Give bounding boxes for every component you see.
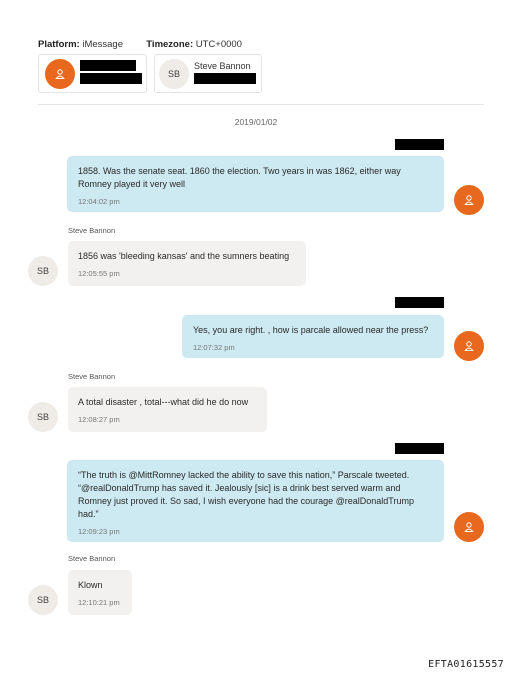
person-icon [464,341,474,351]
sender-name: Steve Bannon [68,554,116,563]
message-bubble-outgoing[interactable]: “The truth is @MittRomney lacked the abi… [67,460,444,542]
conversation-meta: Platform: iMessage Timezone: UTC+0000 [38,39,242,50]
redacted-handle-box [80,73,142,84]
platform-value: iMessage [82,39,124,50]
message-text: A total disaster , total---what did he d… [78,397,249,407]
message-bubble-outgoing[interactable]: 1858. Was the senate seat. 1860 the elec… [67,156,444,212]
message-text: “The truth is @MittRomney lacked the abi… [78,470,414,519]
sender-avatar: SB [28,256,58,286]
divider [38,104,484,105]
sender-avatar [454,512,484,542]
timezone-label: Timezone: [146,39,194,50]
participant-card-redacted[interactable] [38,54,147,93]
message-timestamp: 12:07:32 pm [193,343,235,352]
participant-avatar: SB [159,59,189,89]
sender-avatar [454,185,484,215]
message-timestamp: 12:04:02 pm [78,197,120,206]
sender-name: Steve Bannon [68,226,116,235]
participant-name: Steve Bannon [194,61,251,71]
message-bubble-incoming[interactable]: A total disaster , total---what did he d… [68,387,267,432]
redacted-sender [395,443,444,454]
avatar-initials: SB [36,266,49,276]
person-icon [464,195,474,205]
message-text: 1856 was 'bleeding kansas' and the sumne… [78,251,290,261]
message-text: Yes, you are right. , how is parcale all… [193,325,429,335]
platform-label: Platform: [38,39,80,50]
redacted-name-box [80,60,136,71]
sender-name: Steve Bannon [68,372,116,381]
redacted-sender [395,139,444,150]
message-bubble-incoming[interactable]: Klown 12:10:21 pm [68,570,132,615]
person-icon [55,69,65,79]
redacted-sender [395,297,444,308]
sender-avatar: SB [28,585,58,615]
avatar-initials: SB [36,412,49,422]
message-timestamp: 12:10:21 pm [78,598,120,607]
participant-avatar [45,59,75,89]
date-divider: 2019/01/02 [234,117,278,127]
participant-card-steve-bannon[interactable]: SB Steve Bannon [154,54,262,93]
message-bubble-incoming[interactable]: 1856 was 'bleeding kansas' and the sumne… [68,241,306,286]
avatar-initials: SB [167,69,180,79]
message-timestamp: 12:09:23 pm [78,527,120,536]
avatar-initials: SB [36,595,49,605]
message-bubble-outgoing[interactable]: Yes, you are right. , how is parcale all… [182,315,444,358]
redacted-handle-box [194,73,256,84]
document-id: EFTA01615557 [428,659,504,670]
message-text: 1858. Was the senate seat. 1860 the elec… [78,166,401,189]
message-timestamp: 12:08:27 pm [78,415,120,424]
message-text: Klown [78,580,103,590]
message-timestamp: 12:05:55 pm [78,269,120,278]
sender-avatar: SB [28,402,58,432]
timezone-value: UTC+0000 [195,39,242,50]
sender-avatar [454,331,484,361]
person-icon [464,522,474,532]
